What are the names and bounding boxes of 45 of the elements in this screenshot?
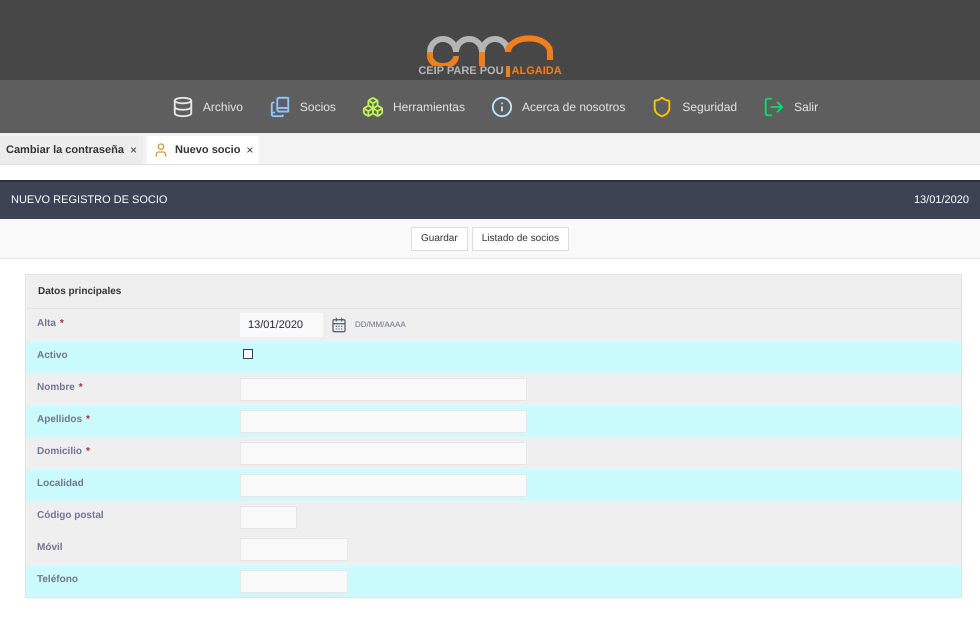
menu-item[interactable]: Archivo — [172, 96, 243, 118]
date-label: 13/01/2020 — [914, 193, 969, 208]
tab[interactable]: Cambiar la contraseña × — [0, 136, 144, 164]
menu-item[interactable]: Seguridad — [651, 96, 738, 118]
logo-subtitle: CEIP PARE POU — [418, 66, 504, 77]
field-label: Nombre — [37, 381, 75, 395]
page-title: NUEVO REGISTRO DE SOCIO — [11, 193, 168, 208]
tab-label: Cambiar la contraseña — [6, 142, 124, 158]
tab[interactable]: Nuevo socio × — [147, 136, 260, 164]
required-mark: * — [86, 413, 90, 427]
field-label: Teléfono — [37, 573, 78, 587]
tab-label: Nuevo socio — [175, 142, 240, 158]
menu-item[interactable]: Acerca de nosotros — [490, 96, 626, 118]
exit-icon — [763, 96, 786, 118]
text-field[interactable] — [240, 410, 527, 432]
field-label: Activo — [37, 349, 68, 363]
date-field[interactable]: 13/01/2020 — [240, 313, 323, 337]
section-title: Datos principales — [38, 285, 122, 299]
text-field[interactable] — [240, 474, 527, 496]
toolbar-button[interactable]: Listado de socios — [472, 226, 569, 250]
field-label: Código postal — [37, 509, 104, 523]
close-button[interactable]: × — [246, 141, 254, 159]
close-button[interactable]: × — [130, 141, 138, 159]
menu-item[interactable]: Socios — [268, 96, 336, 118]
toolbar-button[interactable]: Guardar — [411, 226, 468, 250]
field-label: Localidad — [37, 477, 84, 491]
date-format-hint: DD/MM/AAAA — [355, 319, 406, 331]
field-label: Móvil — [37, 541, 63, 555]
text-field[interactable] — [240, 570, 348, 592]
database-icon — [172, 96, 194, 118]
field-label: Domicilio — [37, 445, 82, 459]
field-label: Alta — [37, 317, 56, 331]
shield-icon — [651, 96, 674, 118]
required-mark: * — [60, 317, 64, 331]
blocks-icon — [362, 96, 384, 118]
info-icon — [490, 96, 513, 118]
menu-item[interactable]: Salir — [763, 96, 818, 118]
calendar-icon[interactable] — [331, 317, 347, 333]
required-mark: * — [78, 381, 83, 395]
user-icon — [153, 142, 170, 158]
menu-item[interactable]: Herramientas — [362, 96, 465, 118]
books-icon — [268, 96, 291, 118]
required-mark: * — [86, 445, 90, 459]
field-label: Apellidos — [37, 413, 82, 427]
checkbox[interactable] — [243, 349, 253, 359]
